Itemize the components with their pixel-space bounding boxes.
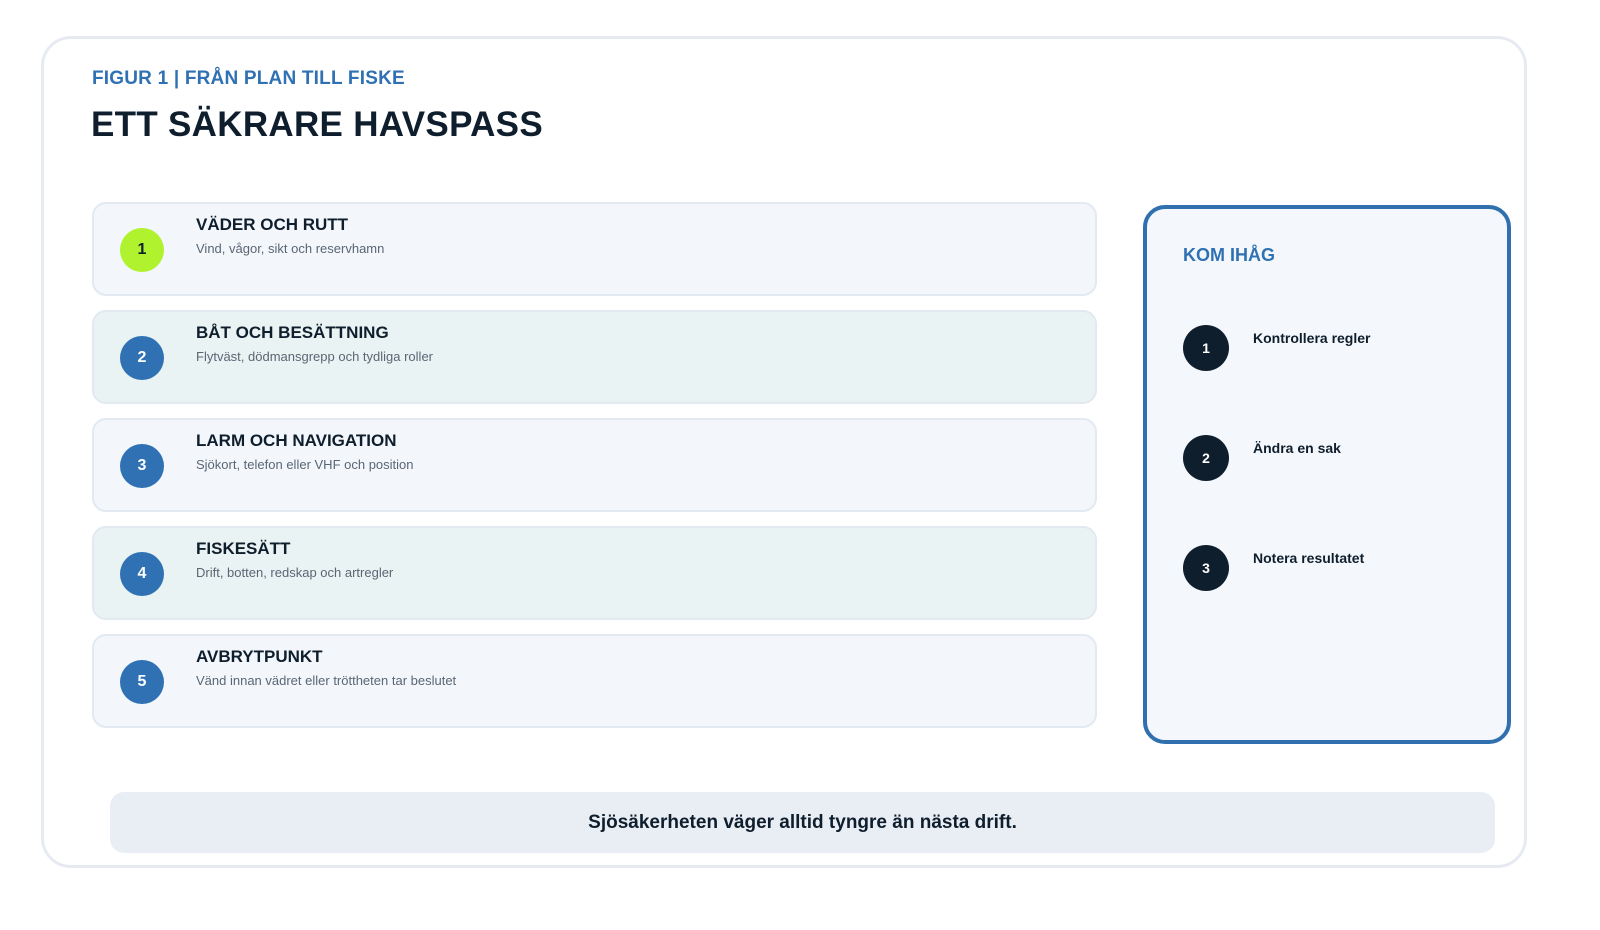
step-title: AVBRYTPUNKT [196,647,323,666]
step-title: BÅT OCH BESÄTTNING [196,323,389,342]
step-description: Vänd innan vädret eller tröttheten tar b… [196,673,457,688]
step-number-badge: 4 [120,552,164,596]
step-description: Drift, botten, redskap och artregler [196,565,394,580]
reminder-item-3: 3 Notera resultatet [1183,545,1483,591]
figure-eyebrow: FIGUR 1 | FRÅN PLAN TILL FISKE [92,68,405,89]
step-card-3: 3 LARM OCH NAVIGATION Sjökort, telefon e… [92,418,1097,512]
step-number-badge: 5 [120,660,164,704]
reminder-title: KOM IHÅG [1183,245,1275,265]
step-number-badge: 3 [120,444,164,488]
step-card-1: 1 VÄDER OCH RUTT Vind, vågor, sikt och r… [92,202,1097,296]
step-number-badge: 2 [120,336,164,380]
step-title: VÄDER OCH RUTT [196,215,349,234]
reminder-panel: KOM IHÅG 1 Kontrollera regler 2 Ändra en… [1143,205,1511,744]
step-title: FISKESÄTT [196,539,291,558]
reminder-number-badge: 1 [1183,325,1229,371]
step-description: Flytväst, dödmansgrepp och tydliga rolle… [196,349,434,364]
reminder-number-badge: 3 [1183,545,1229,591]
reminder-item-2: 2 Ändra en sak [1183,435,1483,481]
step-card-2: 2 BÅT OCH BESÄTTNING Flytväst, dödmansgr… [92,310,1097,404]
footer-callout: Sjösäkerheten väger alltid tyngre än näs… [110,792,1495,853]
reminder-label: Notera resultatet [1253,550,1365,566]
reminder-label: Kontrollera regler [1253,330,1371,346]
reminder-number-badge: 2 [1183,435,1229,481]
step-number-badge: 1 [120,228,164,272]
step-card-5: 5 AVBRYTPUNKT Vänd innan vädret eller tr… [92,634,1097,728]
step-description: Vind, vågor, sikt och reservhamn [196,241,385,256]
page-title: ETT SÄKRARE HAVSPASS [91,105,543,144]
step-title: LARM OCH NAVIGATION [196,431,397,450]
reminder-label: Ändra en sak [1253,440,1341,456]
step-card-4: 4 FISKESÄTT Drift, botten, redskap och a… [92,526,1097,620]
reminder-item-1: 1 Kontrollera regler [1183,325,1483,371]
step-description: Sjökort, telefon eller VHF och position [196,457,414,472]
